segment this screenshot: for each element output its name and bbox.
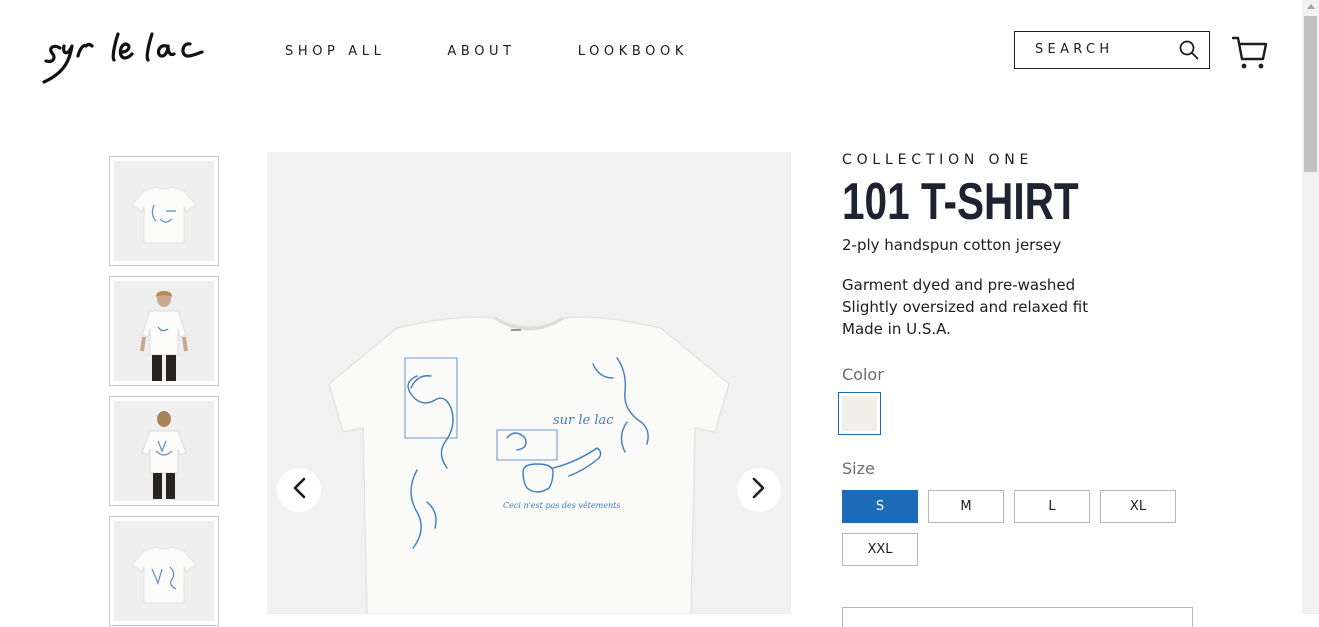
size-label: Size — [842, 459, 875, 478]
chevron-right-icon — [752, 477, 766, 503]
nav-shop-all[interactable]: SHOP ALL — [285, 44, 385, 59]
main-nav: SHOP ALL ABOUT LOOKBOOK — [285, 44, 750, 59]
size-option-xxl[interactable]: XXL — [842, 533, 918, 566]
search-icon[interactable] — [1179, 40, 1199, 60]
product-subtitle: 2-ply handspun cotton jersey — [842, 236, 1062, 254]
description-line: Made in U.S.A. — [842, 320, 951, 338]
color-label: Color — [842, 365, 884, 384]
size-option-s[interactable]: S — [842, 490, 918, 523]
shirt-print-text: Ceci n'est pas des vêtements — [503, 501, 620, 510]
search-box — [1014, 31, 1210, 69]
nav-about[interactable]: ABOUT — [447, 44, 515, 59]
chevron-left-icon — [292, 477, 306, 503]
nav-lookbook[interactable]: LOOKBOOK — [578, 44, 688, 59]
swatch-fill — [842, 396, 877, 431]
search-input[interactable] — [1033, 41, 1177, 58]
next-image-button[interactable] — [737, 468, 781, 512]
cart-icon[interactable] — [1231, 36, 1268, 70]
scroll-up-arrow[interactable] — [1307, 4, 1315, 9]
prev-image-button[interactable] — [277, 468, 321, 512]
size-option-l[interactable]: L — [1014, 490, 1090, 523]
size-option-xl[interactable]: XL — [1100, 490, 1176, 523]
size-option-m[interactable]: M — [928, 490, 1004, 523]
product-description: Garment dyed and pre-washed Slightly ove… — [842, 274, 1088, 340]
main-product-image: sur le lac Ceci n'est pas des vêtements — [267, 152, 791, 614]
description-line: Slightly oversized and relaxed fit — [842, 298, 1089, 316]
page-scrollbar[interactable] — [1302, 0, 1319, 614]
tshirt-illustration: sur le lac Ceci n'est pas des vêtements — [328, 316, 730, 614]
thumbnail-front[interactable] — [109, 156, 219, 266]
color-swatch-natural[interactable] — [838, 392, 881, 435]
thumbnail-model-front[interactable] — [109, 276, 219, 386]
product-collection: COLLECTION ONE — [842, 152, 1034, 168]
scrollbar-thumb[interactable] — [1304, 16, 1317, 172]
thumbnail-back[interactable] — [109, 516, 219, 626]
quantity-box-partial[interactable] — [842, 607, 1193, 627]
product-title: 101 T-SHIRT — [842, 173, 1079, 231]
thumbnail-model-back[interactable] — [109, 396, 219, 506]
description-line: Garment dyed and pre-washed — [842, 276, 1076, 294]
brand-logo[interactable] — [40, 28, 210, 88]
shirt-print-logo: sur le lac — [553, 413, 614, 428]
